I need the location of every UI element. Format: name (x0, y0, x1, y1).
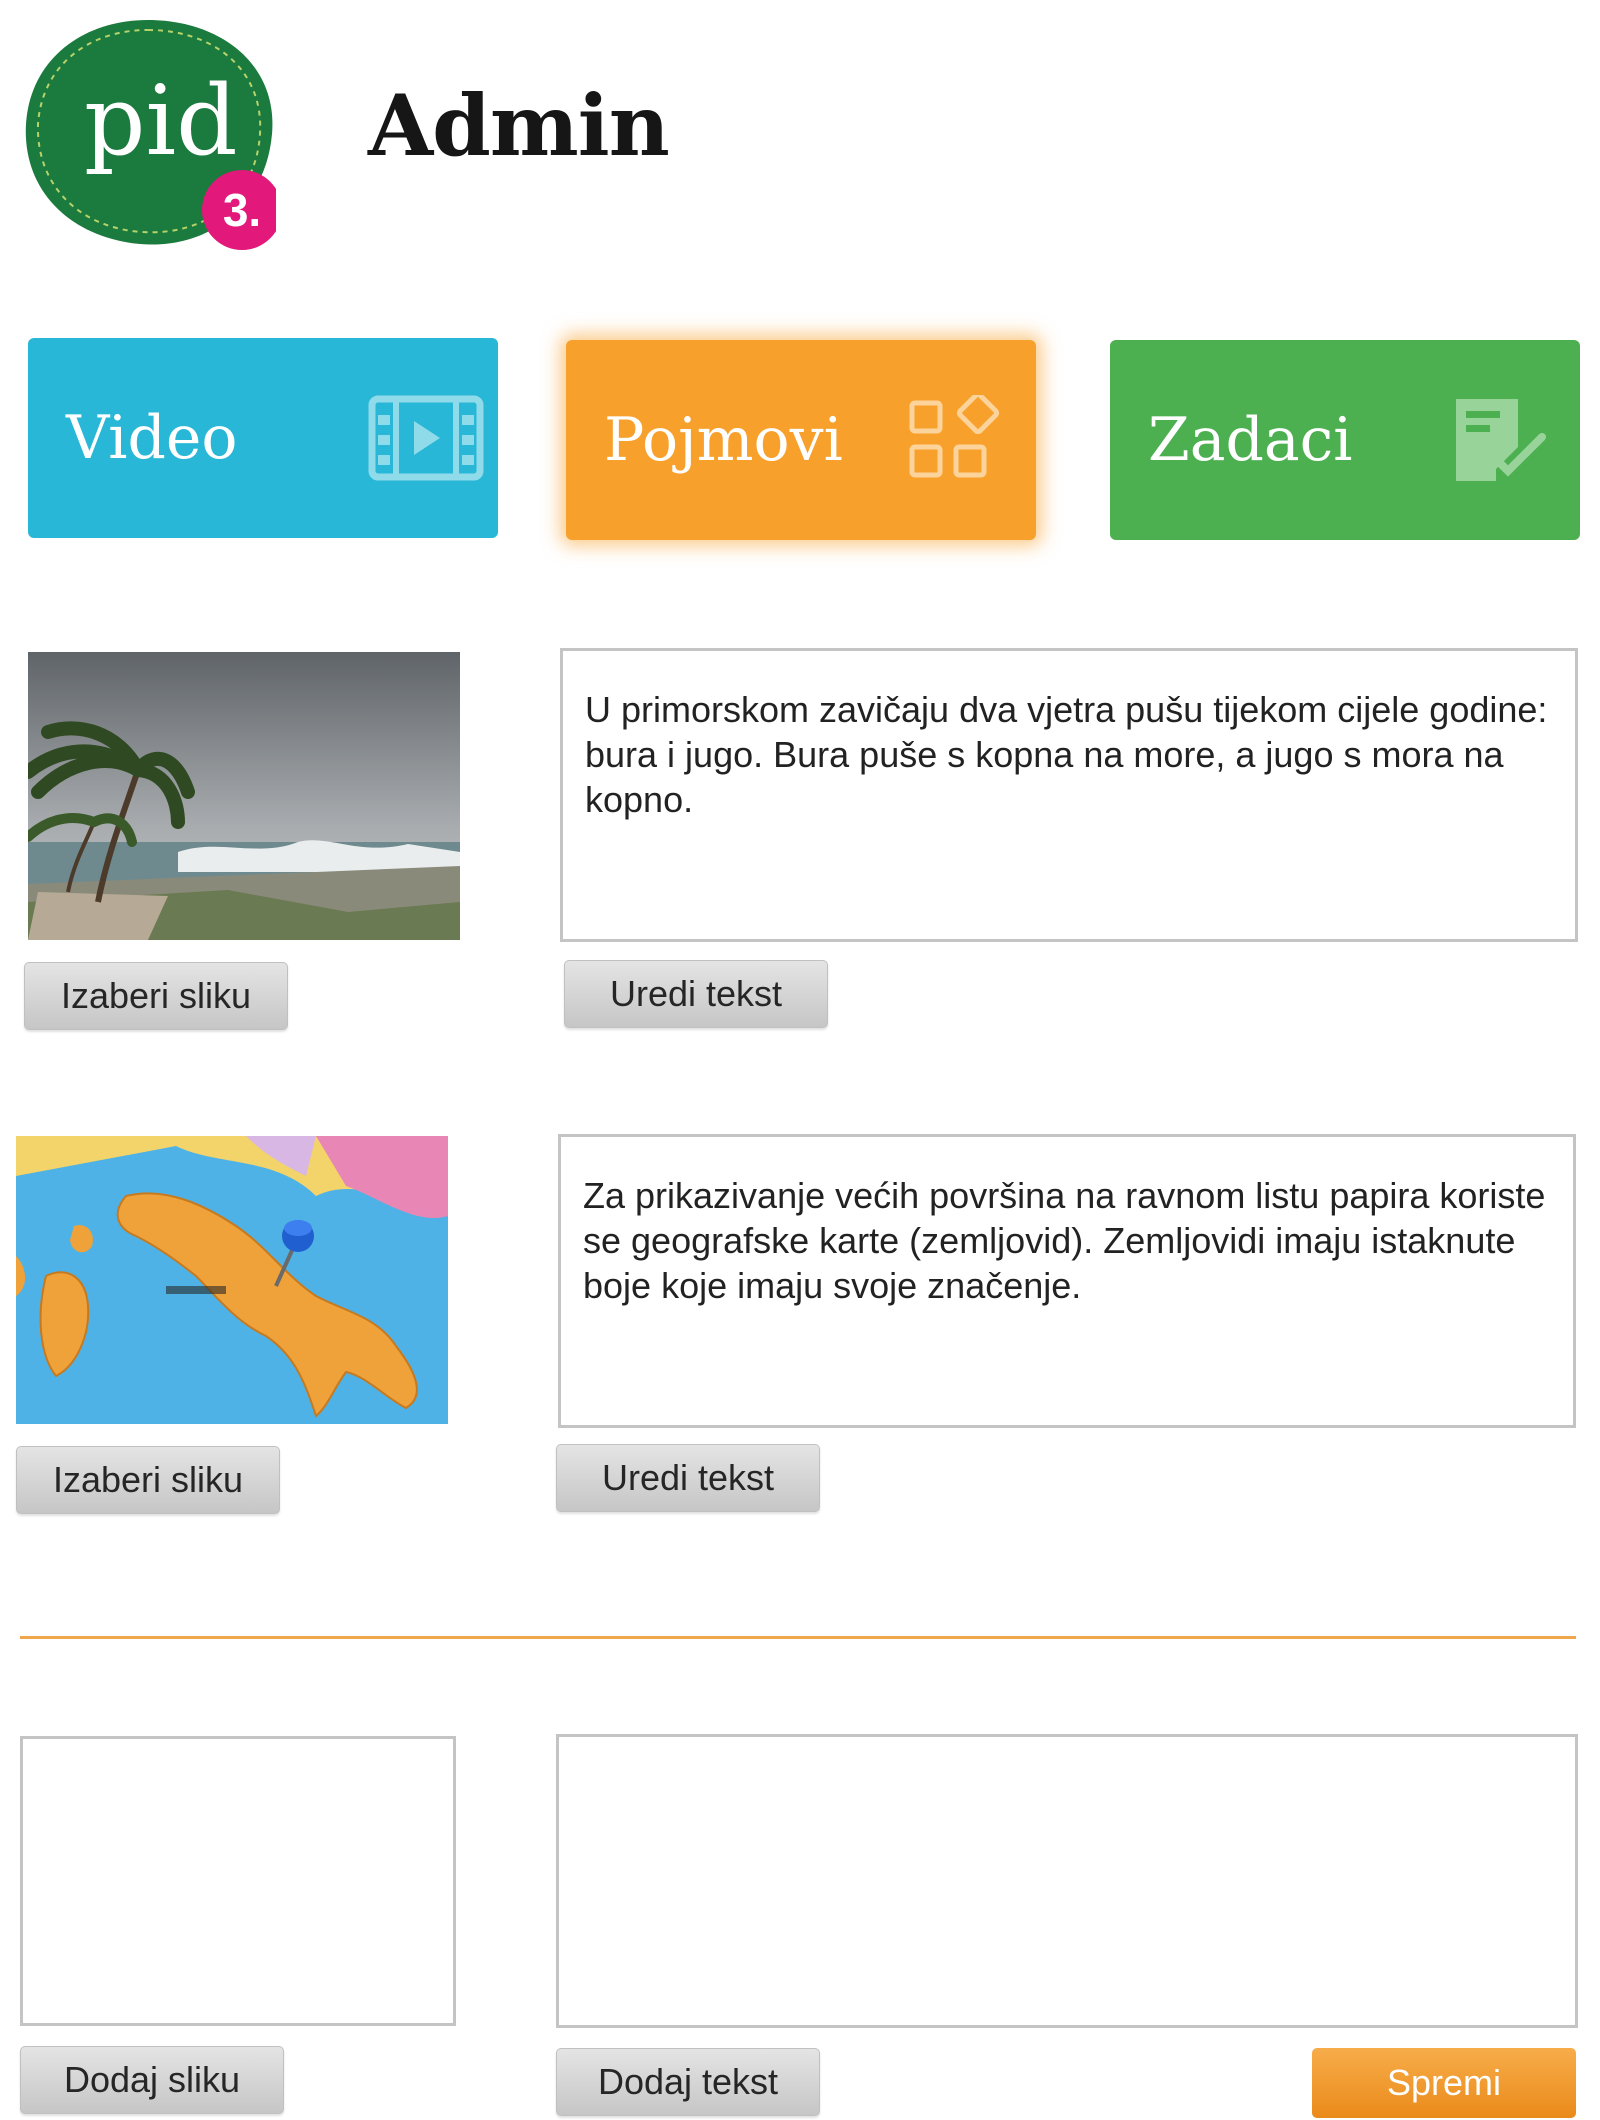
entry-text-box[interactable]: Za prikazivanje većih površina na ravnom… (558, 1134, 1576, 1428)
choose-image-button[interactable]: Izaberi sliku (24, 962, 288, 1030)
edit-text-button[interactable]: Uredi tekst (556, 1444, 820, 1512)
shapes-grid-icon (909, 395, 1000, 478)
new-image-placeholder[interactable] (20, 1736, 456, 2026)
entry-text: Za prikazivanje većih površina na ravnom… (583, 1175, 1546, 1306)
tab-zadaci-label: Zadaci (1148, 405, 1353, 475)
section-divider (20, 1636, 1576, 1639)
new-text-area[interactable] (556, 1734, 1578, 2028)
logo-grade: 3. (223, 184, 261, 236)
tab-zadaci[interactable]: Zadaci (1110, 340, 1580, 540)
add-text-button[interactable]: Dodaj tekst (556, 2048, 820, 2116)
entry-image-map (16, 1136, 448, 1424)
entry-text-box[interactable]: U primorskom zavičaju dva vjetra pušu ti… (560, 648, 1578, 942)
choose-image-button[interactable]: Izaberi sliku (16, 1446, 280, 1514)
tab-video-label: Video (66, 403, 238, 473)
checklist-icon (1456, 399, 1546, 481)
entry-image-beach (28, 652, 460, 940)
page-title: Admin (368, 76, 670, 175)
tab-pojmovi[interactable]: Pojmovi (566, 340, 1036, 540)
add-image-button[interactable]: Dodaj sliku (20, 2046, 284, 2114)
entry-text: U primorskom zavičaju dva vjetra pušu ti… (585, 689, 1548, 820)
pid-logo: pid 3. (20, 14, 282, 250)
film-icon (368, 395, 484, 481)
save-button[interactable]: Spremi (1312, 2048, 1576, 2118)
tab-pojmovi-label: Pojmovi (604, 405, 843, 475)
logo-text: pid (84, 65, 238, 177)
tab-video[interactable]: Video (28, 338, 498, 538)
edit-text-button[interactable]: Uredi tekst (564, 960, 828, 1028)
